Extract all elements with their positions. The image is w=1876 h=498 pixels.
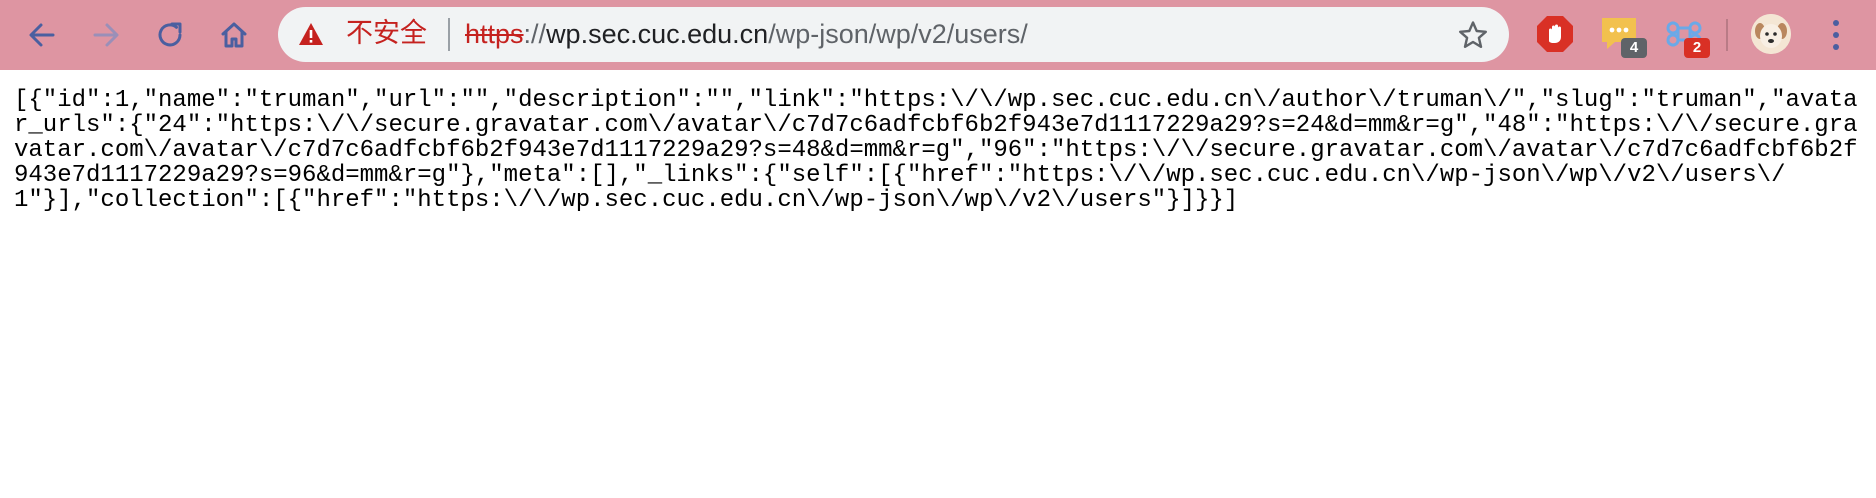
adblock-extension-button[interactable] <box>1535 14 1575 54</box>
address-bar[interactable]: 不安全 https://wp.sec.cuc.edu.cn/wp-json/wp… <box>278 7 1509 62</box>
reload-icon <box>158 22 182 47</box>
security-status-label[interactable]: 不安全 <box>346 19 427 49</box>
json-response-body: [{"id":1,"name":"truman","url":"","descr… <box>14 87 1858 214</box>
browser-toolbar: 不安全 https://wp.sec.cuc.edu.cn/wp-json/wp… <box>0 0 1876 70</box>
stop-hand-icon <box>1537 16 1573 52</box>
back-button[interactable] <box>18 11 66 59</box>
chat-extension-button[interactable]: 4 <box>1599 14 1647 58</box>
home-button[interactable] <box>210 11 258 59</box>
kebab-menu-icon[interactable] <box>1826 16 1846 54</box>
url-text[interactable]: https://wp.sec.cuc.edu.cn/wp-json/wp/v2/… <box>465 19 1028 49</box>
avatar-icon <box>1751 14 1791 54</box>
warning-triangle-icon[interactable] <box>298 22 324 46</box>
url-scheme-separator: :// <box>523 19 547 49</box>
star-icon[interactable] <box>1458 20 1488 50</box>
toolbar-divider <box>1726 19 1728 51</box>
url-host: wp.sec.cuc.edu.cn <box>546 19 769 49</box>
arrow-right-icon <box>93 23 119 47</box>
arrow-left-icon <box>29 23 55 47</box>
shortcut-extension-button[interactable]: 2 <box>1664 14 1710 58</box>
reload-button[interactable] <box>146 11 194 59</box>
forward-button[interactable] <box>82 11 130 59</box>
chat-extension-badge: 4 <box>1621 38 1647 58</box>
omnibox-divider <box>448 18 450 51</box>
shortcut-extension-badge: 2 <box>1684 38 1710 58</box>
url-scheme: https <box>465 19 524 49</box>
url-path: /wp-json/wp/v2/users/ <box>768 19 1028 49</box>
home-icon <box>221 22 247 48</box>
profile-avatar-button[interactable] <box>1751 14 1791 54</box>
